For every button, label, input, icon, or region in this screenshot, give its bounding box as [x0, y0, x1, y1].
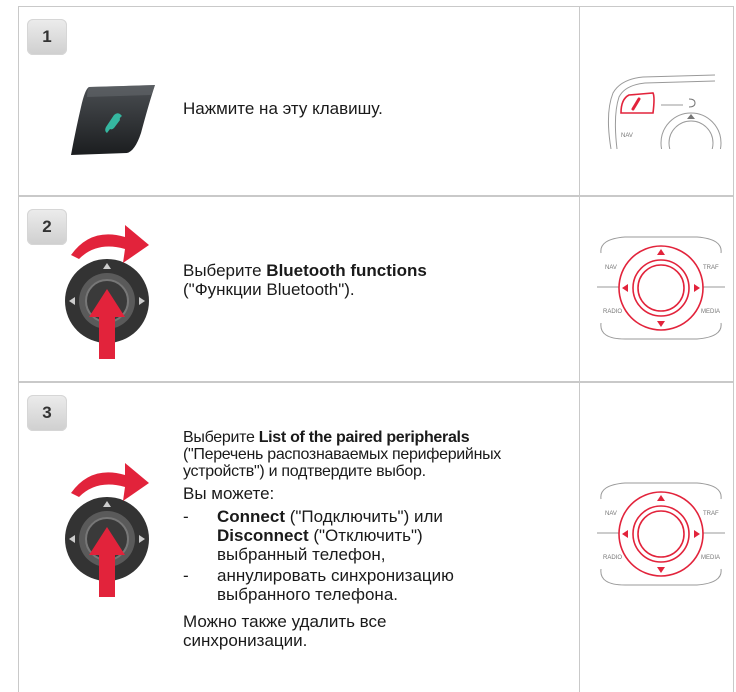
column-divider: [579, 197, 580, 381]
step-2-instruction: Выберите Bluetooth functions ("Функции B…: [183, 261, 543, 299]
step-3-footer-note: Можно также удалить все синхронизации.: [183, 612, 387, 650]
can-do-heading: Вы можете:: [183, 484, 275, 503]
phone-key-location-illustration: NAV: [603, 73, 723, 174]
radio-label: RADIO: [603, 309, 622, 315]
rotary-knob-icon: [61, 457, 165, 602]
step-3-intro: Выберите List of the paired peripherals …: [183, 429, 573, 480]
rotary-controller-illustration: NAV TRAF RADIO MEDIA: [595, 479, 727, 594]
nav-label: NAV: [621, 133, 633, 139]
traf-label: TRAF: [703, 265, 719, 271]
step-number-badge: 3: [27, 395, 67, 431]
media-label: MEDIA: [701, 309, 720, 315]
rotary-knob-icon: [61, 219, 165, 364]
traf-label: TRAF: [703, 511, 719, 517]
step-2-row: 2 Выберите Bluetooth functions ("Функции…: [18, 196, 734, 382]
nav-label: NAV: [605, 511, 617, 517]
unpair-option-text: аннулировать синхронизацию выбранного те…: [217, 566, 454, 604]
disconnect-option-name: Disconnect: [217, 526, 309, 545]
list-dash: -: [183, 507, 189, 526]
step-1-instruction: Нажмите на эту клавишу.: [183, 99, 383, 118]
step-2-option-name: Bluetooth functions: [266, 261, 427, 280]
step-3-intro-prefix: Выберите: [183, 429, 259, 446]
phone-key-icon: [69, 83, 157, 162]
list-item: - Connect ("Подключить") или Disconnect …: [183, 507, 483, 564]
connect-option-name: Connect: [217, 507, 285, 526]
step-3-intro-suffix: ("Перечень распознаваемых периферийных у…: [183, 446, 502, 480]
column-divider: [579, 383, 580, 692]
radio-label: RADIO: [603, 555, 622, 561]
media-label: MEDIA: [701, 555, 720, 561]
step-2-text-suffix: ("Функции Bluetooth").: [183, 280, 355, 299]
option-list: - Connect ("Подключить") или Disconnect …: [183, 507, 483, 604]
connect-option-text: ("Подключить") или: [285, 507, 443, 526]
list-item: - аннулировать синхронизацию выбранного …: [183, 566, 483, 604]
rotary-controller-illustration: NAV TRAF RADIO MEDIA: [595, 233, 727, 348]
step-2-text-prefix: Выберите: [183, 261, 267, 280]
step-number-badge: 1: [27, 19, 67, 55]
step-1-row: 1 Нажмите на эту клавишу. NAV: [18, 6, 734, 196]
column-divider: [579, 7, 580, 195]
step-3-content: Выберите List of the paired peripherals …: [183, 429, 573, 650]
nav-label: NAV: [605, 265, 617, 271]
list-dash: -: [183, 566, 189, 585]
step-3-option-name: List of the paired peripherals: [258, 429, 470, 446]
step-3-row: 3 Выберите List of the paired peripheral…: [18, 382, 734, 692]
